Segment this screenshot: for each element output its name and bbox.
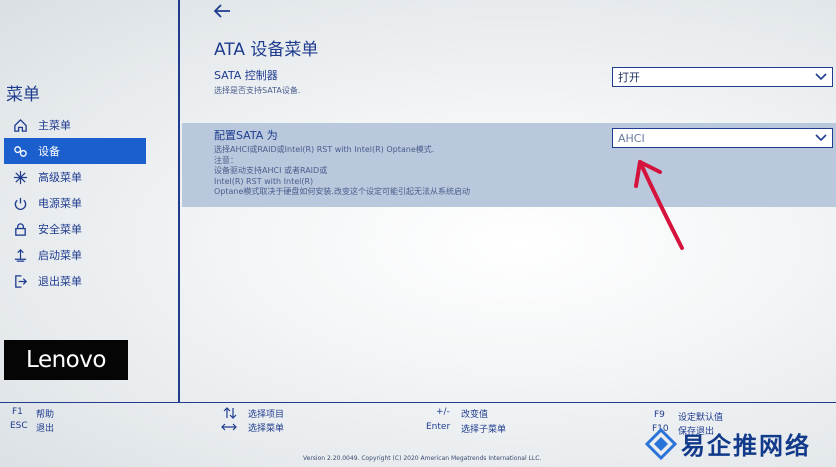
- plusminus-label: 改变值: [461, 410, 489, 420]
- sidebar-item-label: 启动菜单: [38, 249, 82, 262]
- plusminus-key: +/-: [436, 407, 450, 417]
- updown-label: 选择项目: [248, 410, 285, 420]
- sata-mode-help: 选择AHCI或RAID或Intel(R) RST with Intel(R) O…: [214, 145, 470, 198]
- sata-controller-help: 选择是否支持SATA设备.: [214, 86, 301, 95]
- sidebar-item-label: 高级菜单: [38, 171, 82, 184]
- sata-controller-select[interactable]: 打开: [612, 67, 833, 87]
- left-right-arrows-icon: [221, 423, 237, 431]
- help-line: Intel(R) RST with Intel(R): [214, 176, 314, 186]
- watermark-logo-icon: [645, 427, 677, 460]
- sidebar-title: 菜单: [6, 85, 40, 105]
- f1-label: 帮助: [36, 410, 55, 420]
- watermark-text: 易企推网络: [681, 431, 811, 460]
- sata-controller-label: SATA 控制器: [214, 69, 278, 82]
- sata-mode-label: 配置SATA 为: [214, 129, 278, 142]
- sidebar-divider: [178, 0, 180, 402]
- help-line: 选择AHCI或RAID或Intel(R) RST with Intel(R) O…: [214, 145, 435, 154]
- sidebar-item-devices[interactable]: 设备: [4, 138, 146, 164]
- sidebar-item-label: 安全菜单: [38, 223, 82, 236]
- page-title: ATA 设备菜单: [214, 40, 319, 60]
- f1-key: F1: [12, 407, 23, 417]
- devices-icon: [10, 143, 30, 159]
- enter-key: Enter: [426, 422, 451, 432]
- exit-icon: [10, 273, 30, 289]
- advanced-icon: [10, 169, 30, 185]
- sidebar-item-label: 电源菜单: [38, 197, 82, 210]
- sidebar-item-power[interactable]: 电源菜单: [4, 190, 146, 216]
- sata-mode-select[interactable]: AHCI: [612, 128, 833, 148]
- chevron-down-icon: [815, 73, 827, 81]
- sidebar-nav: 主菜单 设备 高级菜单 电源菜单 安全菜单 启动菜单 退出菜单: [4, 112, 146, 294]
- leftright-label: 选择菜单: [248, 424, 285, 434]
- sidebar: 菜单 主菜单 设备 高级菜单 电源菜单 安全菜单 启动菜单 退出菜单 Lenov…: [0, 0, 178, 402]
- sidebar-item-label: 设备: [38, 145, 60, 158]
- f9-key: F9: [654, 410, 665, 420]
- sidebar-item-security[interactable]: 安全菜单: [4, 216, 146, 242]
- enter-label: 选择子菜单: [461, 425, 507, 435]
- help-line: Optane模式取决于硬盘如何安装.改变这个设定可能引起无法从系统启动: [214, 187, 470, 196]
- esc-key: ESC: [10, 421, 28, 431]
- sidebar-item-label: 退出菜单: [38, 275, 82, 288]
- esc-label: 退出: [36, 424, 55, 434]
- help-line: 注意：: [214, 155, 238, 165]
- sidebar-item-boot[interactable]: 启动菜单: [4, 242, 146, 268]
- annotation-arrow-icon: [634, 160, 684, 250]
- sidebar-item-exit[interactable]: 退出菜单: [4, 268, 146, 294]
- up-down-arrows-icon: [223, 407, 237, 419]
- sidebar-item-main[interactable]: 主菜单: [4, 112, 146, 138]
- power-icon: [10, 195, 30, 211]
- watermark: 易企推网络: [645, 420, 836, 467]
- copyright-text: Version 2.20.0049. Copyright (C) 2020 Am…: [303, 455, 542, 462]
- home-icon: [10, 117, 30, 133]
- back-arrow-icon[interactable]: [210, 0, 234, 22]
- lenovo-logo: Lenovo: [4, 340, 128, 380]
- chevron-down-icon: [815, 134, 827, 142]
- boot-icon: [10, 247, 30, 263]
- sidebar-item-advanced[interactable]: 高级菜单: [4, 164, 146, 190]
- footer-divider: [0, 402, 836, 403]
- sata-controller-value: 打开: [618, 71, 640, 84]
- sata-mode-value: AHCI: [618, 131, 645, 145]
- sidebar-item-label: 主菜单: [38, 119, 71, 132]
- help-line: 设备驱动支持AHCI 或者RAID或: [214, 166, 328, 175]
- lock-icon: [10, 221, 30, 237]
